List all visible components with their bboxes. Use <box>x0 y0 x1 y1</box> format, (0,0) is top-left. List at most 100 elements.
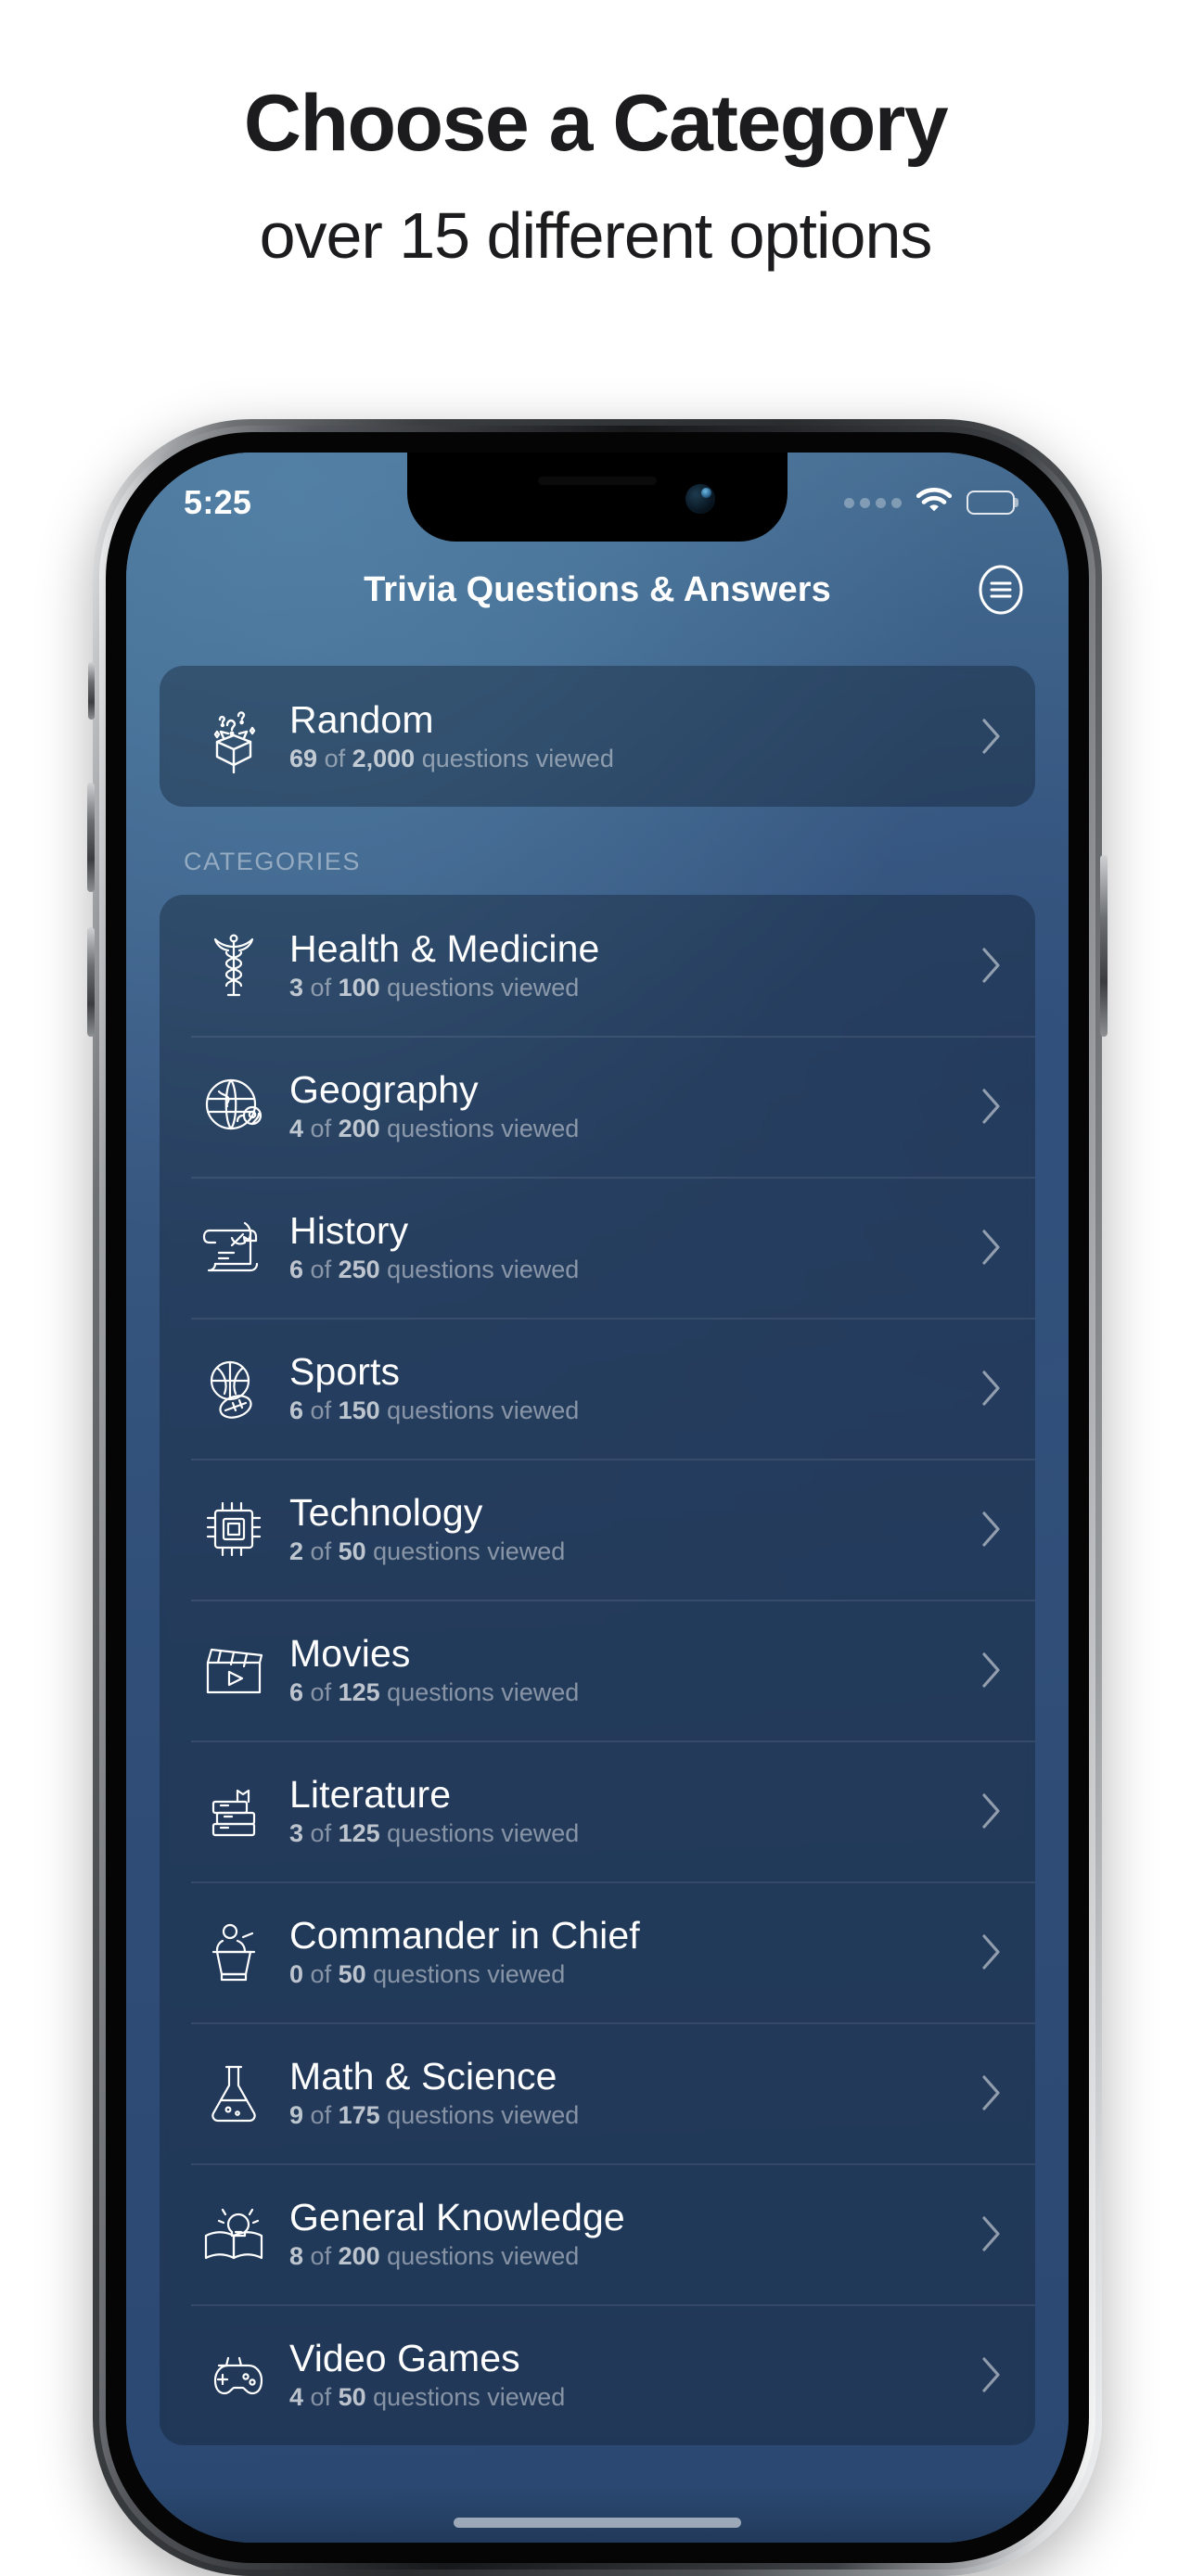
chevron-right-icon <box>976 1087 1007 1126</box>
front-camera-icon <box>685 484 715 514</box>
list-item-category[interactable]: Health & Medicine 3 of 100 questions view… <box>160 895 1035 1036</box>
volume-down-button[interactable] <box>87 927 95 1037</box>
power-button[interactable] <box>1100 855 1108 1037</box>
list-item-title: Random <box>289 698 434 742</box>
open-book-idea-icon <box>191 2191 276 2276</box>
suffix-label: questions viewed <box>387 2101 580 2130</box>
chevron-right-icon <box>976 1932 1007 1971</box>
chevron-right-icon <box>976 2214 1007 2253</box>
list-item-title: Literature <box>289 1773 452 1817</box>
list-item-title: Geography <box>289 1068 479 1112</box>
list-item-category[interactable]: Video Games 4 of 50 questions viewed <box>160 2304 1035 2445</box>
phone-screen: 5:25 Trivia Questions & Answers Random 6… <box>126 453 1069 2543</box>
viewed-count: 4 <box>289 2383 304 2412</box>
of-label: of <box>310 2101 332 2130</box>
viewed-count: 6 <box>289 1678 304 1707</box>
chevron-right-icon <box>976 946 1007 985</box>
of-label: of <box>324 745 346 773</box>
list-item-category[interactable]: Movies 6 of 125 questions viewed <box>160 1600 1035 1741</box>
list-item-title: Video Games <box>289 2337 520 2380</box>
promo-header: Choose a Category over 15 different opti… <box>0 0 1191 371</box>
chevron-right-icon <box>976 1651 1007 1690</box>
list-item-progress: 0 of 50 questions viewed <box>289 1961 976 1987</box>
list-item-title: Health & Medicine <box>289 927 600 971</box>
list-item-text: Technology 2 of 50 questions viewed <box>289 1493 976 1565</box>
viewed-count: 2 <box>289 1537 304 1566</box>
list-item-category[interactable]: Sports 6 of 150 questions viewed <box>160 1318 1035 1459</box>
of-label: of <box>310 1678 332 1707</box>
suffix-label: questions viewed <box>387 1396 580 1425</box>
mystery-box-icon <box>191 694 276 779</box>
list-item-progress: 4 of 50 questions viewed <box>289 2384 976 2410</box>
page-subtitle: over 15 different options <box>259 199 933 273</box>
list-item-text: Video Games 4 of 50 questions viewed <box>289 2337 976 2411</box>
list-item-title: History <box>289 1209 409 1253</box>
list-item-random[interactable]: Random 69 of 2,000 questions viewed <box>160 666 1035 807</box>
list-item-progress: 69 of 2,000 questions viewed <box>289 746 976 772</box>
suffix-label: questions viewed <box>387 1678 580 1707</box>
list-item-progress: 2 of 50 questions viewed <box>289 1538 976 1564</box>
viewed-count: 9 <box>289 2101 304 2130</box>
total-count: 200 <box>338 1115 380 1143</box>
notch <box>407 453 788 542</box>
list-item-text: General Knowledge 8 of 200 questions view… <box>289 2198 976 2270</box>
caduceus-icon <box>191 923 276 1008</box>
suffix-label: questions viewed <box>387 1115 580 1143</box>
viewed-count: 0 <box>289 1960 304 1989</box>
chevron-right-icon <box>976 1510 1007 1549</box>
list-item-category[interactable]: Technology 2 of 50 questions viewed <box>160 1459 1035 1600</box>
total-count: 125 <box>338 1819 380 1848</box>
viewed-count: 4 <box>289 1115 304 1143</box>
chevron-right-icon <box>976 1369 1007 1408</box>
list-item-progress: 3 of 125 questions viewed <box>289 1820 976 1846</box>
battery-full-icon <box>967 491 1015 515</box>
list-item-category[interactable]: Commander in Chief 0 of 50 questions view… <box>160 1881 1035 2022</box>
category-list-scroll[interactable]: Random 69 of 2,000 questions viewed CATE… <box>126 638 1069 2543</box>
clapperboard-icon <box>191 1627 276 1713</box>
list-item-title: Movies <box>289 1632 411 1676</box>
list-item-title: Sports <box>289 1350 401 1394</box>
suffix-label: questions viewed <box>387 1256 580 1284</box>
list-item-text: Movies 6 of 125 questions viewed <box>289 1632 976 1707</box>
app-title: Trivia Questions & Answers <box>364 569 831 609</box>
chevron-right-icon <box>976 1792 1007 1830</box>
categories-card[interactable]: Health & Medicine 3 of 100 questions view… <box>160 895 1035 2445</box>
of-label: of <box>310 2242 332 2271</box>
list-item-text: Sports 6 of 150 questions viewed <box>289 1350 976 1425</box>
viewed-count: 3 <box>289 1819 304 1848</box>
viewed-count: 3 <box>289 974 304 1002</box>
silent-switch[interactable] <box>88 662 95 720</box>
list-item-category[interactable]: History 6 of 250 questions viewed <box>160 1177 1035 1318</box>
list-item-category[interactable]: General Knowledge 8 of 200 questions view… <box>160 2163 1035 2304</box>
viewed-count: 8 <box>289 2242 304 2271</box>
hamburger-menu-icon[interactable] <box>974 563 1028 617</box>
viewed-count: 6 <box>289 1396 304 1425</box>
status-indicators <box>844 487 1015 518</box>
chevron-right-icon <box>976 2073 1007 2112</box>
suffix-label: questions viewed <box>387 974 580 1002</box>
total-count: 125 <box>338 1678 380 1707</box>
scroll-quill-icon <box>191 1205 276 1290</box>
list-item-category[interactable]: Math & Science 9 of 175 questions viewed <box>160 2022 1035 2163</box>
total-count: 100 <box>338 974 380 1002</box>
list-item-category[interactable]: Literature 3 of 125 questions viewed <box>160 1741 1035 1881</box>
list-item-category[interactable]: Geography 4 of 200 questions viewed <box>160 1036 1035 1177</box>
chevron-right-icon <box>976 717 1007 756</box>
of-label: of <box>310 974 332 1002</box>
chevron-right-icon <box>976 2355 1007 2394</box>
suffix-label: questions viewed <box>373 1537 566 1566</box>
list-item-text: Math & Science 9 of 175 questions viewed <box>289 2057 976 2129</box>
books-stack-icon <box>191 1768 276 1854</box>
list-item-progress: 9 of 175 questions viewed <box>289 2102 976 2128</box>
list-item-text: Literature 3 of 125 questions viewed <box>289 1773 976 1847</box>
home-indicator[interactable] <box>454 2518 741 2528</box>
total-count: 175 <box>338 2101 380 2130</box>
sports-balls-icon <box>191 1345 276 1431</box>
status-time: 5:25 <box>184 483 252 521</box>
list-item-progress: 8 of 200 questions viewed <box>289 2243 976 2269</box>
volume-up-button[interactable] <box>87 783 95 892</box>
of-label: of <box>310 1960 332 1989</box>
random-card[interactable]: Random 69 of 2,000 questions viewed <box>160 666 1035 807</box>
page-title: Choose a Category <box>243 79 949 168</box>
wifi-icon <box>916 487 953 518</box>
